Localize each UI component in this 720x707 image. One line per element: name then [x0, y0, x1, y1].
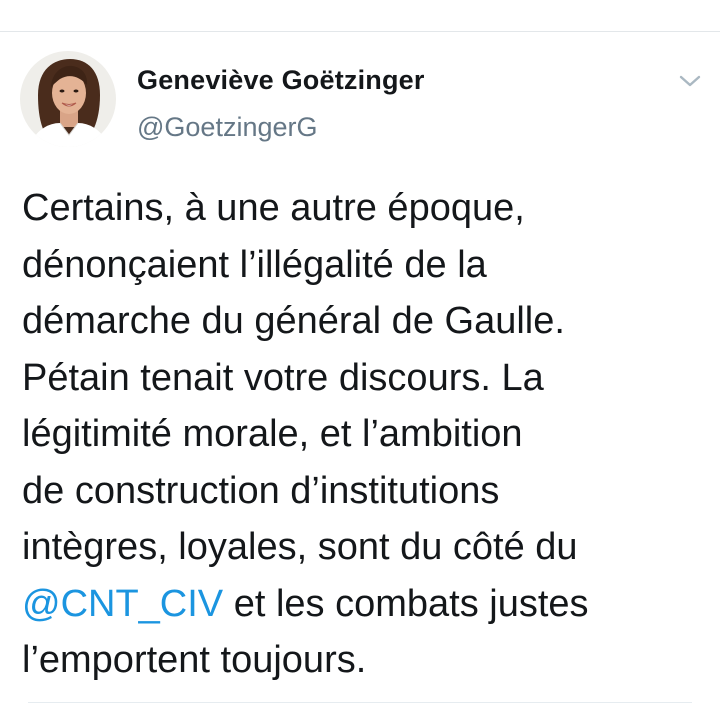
author-handle[interactable]: @GoetzingerG: [137, 112, 317, 143]
tweet-menu-button[interactable]: [672, 66, 708, 96]
tweet-text-line: intègres, loyales, sont du côté du: [22, 526, 578, 568]
tweet-text-line: démarche du général de Gaulle.: [22, 300, 565, 342]
tweet-text-line: l’emportent toujours.: [22, 639, 367, 681]
tweet-text-fragment: et les combats justes: [223, 582, 589, 625]
mention-link[interactable]: @CNT_CIV: [22, 583, 223, 625]
chevron-down-icon: [679, 75, 701, 87]
author-avatar[interactable]: [20, 51, 116, 147]
tweet-text-line: dénonçaient l’illégalité de la: [22, 243, 487, 286]
tweet-text: Certains, à une autre époque, dénonçaien…: [22, 180, 702, 689]
tweet-text-line: de construction d’institutions: [22, 469, 500, 512]
tweet-text-line: légitimité morale, et l’ambition: [22, 413, 523, 455]
author-name[interactable]: Geneviève Goëtzinger: [137, 65, 425, 96]
tweet-text-line: Certains, à une autre époque,: [22, 187, 525, 229]
bottom-divider: [28, 702, 692, 703]
tweet-text-line: Pétain tenait votre discours. La: [22, 356, 544, 399]
tweet-text-line-with-mention: @CNT_CIV et les combats justes: [22, 576, 702, 633]
avatar-photo: [20, 51, 116, 147]
top-divider: [0, 31, 720, 32]
